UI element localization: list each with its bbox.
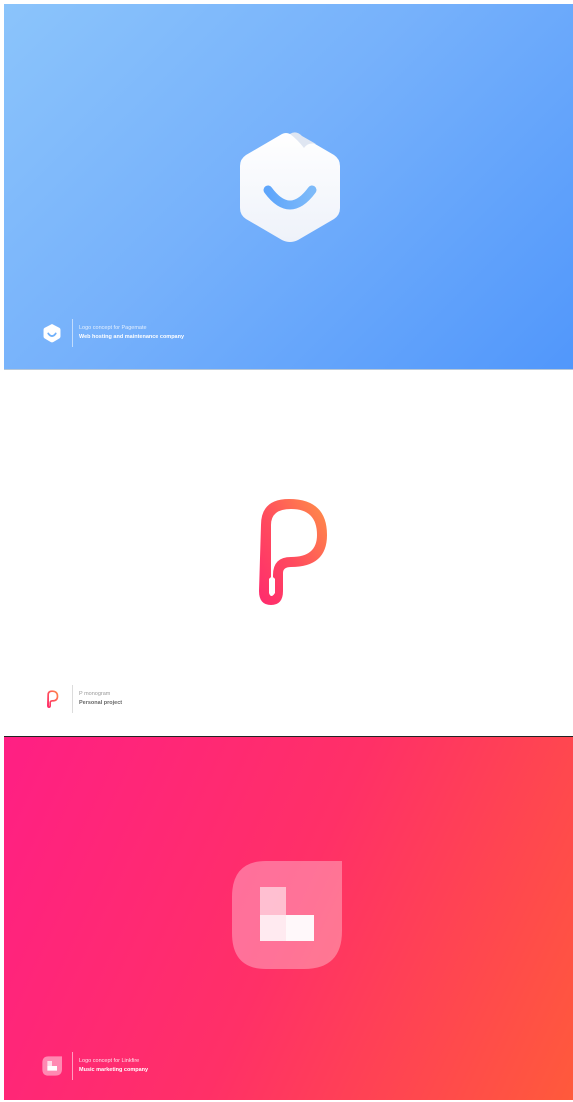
linkfire-caption: Logo concept for Linkfire Music marketin… [42, 1052, 148, 1080]
caption-divider [72, 1052, 73, 1080]
linkfire-mini-logo-icon [42, 1056, 62, 1076]
pagemate-showcase-panel: Logo concept for Pagemate Web hosting an… [4, 4, 573, 369]
caption-subtitle: Logo concept for Linkfire [79, 1058, 140, 1064]
caption-title: Music marketing company [79, 1067, 149, 1073]
pagemate-caption: Logo concept for Pagemate Web hosting an… [42, 319, 184, 347]
caption-subtitle: Logo concept for Pagemate [79, 325, 147, 331]
caption-divider [72, 685, 73, 713]
caption-divider [72, 319, 73, 347]
caption-title: Personal project [79, 700, 123, 706]
p-monogram-icon [259, 499, 327, 605]
p-monogram-mini-logo-icon [42, 689, 62, 709]
p-monogram-showcase-panel: P monogram Personal project [4, 370, 573, 736]
p-monogram-caption: P monogram Personal project [42, 685, 122, 713]
caption-subtitle: P monogram [79, 691, 111, 697]
l-leaf-squares-icon [232, 861, 342, 969]
pagemate-mini-logo-icon [42, 323, 62, 343]
linkfire-showcase-panel: Logo concept for Linkfire Music marketin… [4, 737, 573, 1100]
caption-title: Web hosting and maintenance company [79, 334, 185, 340]
smiling-hexagon-page-icon [240, 132, 340, 242]
